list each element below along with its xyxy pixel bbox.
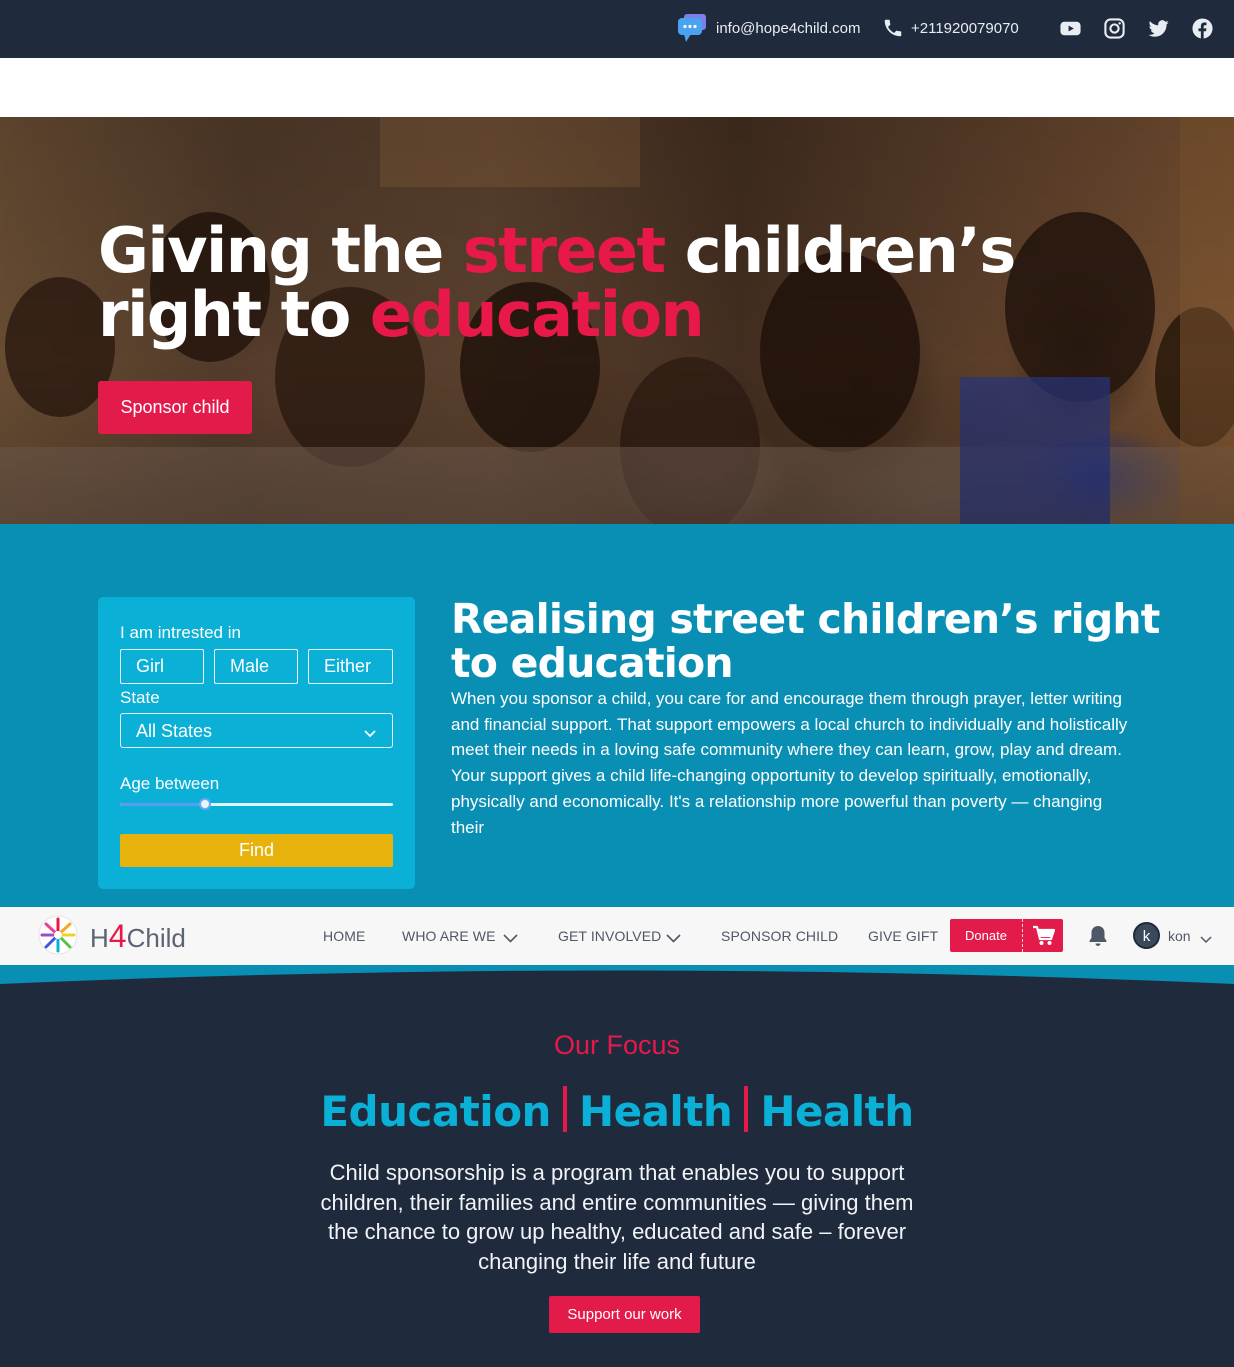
pillar-divider xyxy=(744,1086,749,1132)
cart-icon xyxy=(1032,925,1056,951)
gender-option-girl[interactable]: Girl xyxy=(120,649,204,684)
youtube-icon[interactable] xyxy=(1059,17,1082,45)
top-contact-bar: info@hope4child.com +211920079070 xyxy=(0,0,1234,58)
hero-banner: Giving the street children’s right to ed… xyxy=(0,117,1234,524)
focus-description: Child sponsorship is a program that enab… xyxy=(320,1160,914,1274)
focus-pillar-health-2: Health xyxy=(760,1087,914,1136)
hero-title: Giving the street children’s right to ed… xyxy=(98,214,1016,351)
instagram-icon[interactable] xyxy=(1103,17,1126,45)
intro-paragraph: When you sponsor a child, you care for a… xyxy=(451,689,1128,837)
twitter-icon[interactable] xyxy=(1147,17,1170,45)
intro-section: I am intrested in Girl Male Either State… xyxy=(0,524,1234,908)
sponsor-child-button[interactable]: Sponsor child xyxy=(98,381,252,434)
nav-item-get-involved[interactable]: GET INVOLVED xyxy=(558,928,661,944)
facebook-icon[interactable] xyxy=(1191,17,1214,45)
child-finder-form: I am intrested in Girl Male Either State… xyxy=(98,597,415,889)
state-label: State xyxy=(120,688,160,707)
nav-item-who-are-we[interactable]: WHO ARE WE xyxy=(402,928,496,944)
logo-icon[interactable] xyxy=(37,913,79,962)
nav-item-sponsor-child[interactable]: SPONSOR CHILD xyxy=(721,928,838,944)
state-select-value: All States xyxy=(136,721,213,741)
chevron-down-icon xyxy=(364,725,376,743)
header-spacer xyxy=(0,58,1234,117)
username[interactable]: kon xyxy=(1168,928,1191,944)
brand-name[interactable]: H4Child xyxy=(90,918,186,955)
bell-icon[interactable] xyxy=(1087,924,1109,953)
focus-pillar-health: Health xyxy=(578,1087,733,1136)
intro-heading: Realising street children’s right to edu… xyxy=(451,595,1160,687)
contact-email-link[interactable]: info@hope4child.com xyxy=(716,20,860,37)
donate-button[interactable]: Donate xyxy=(950,919,1022,952)
contact-phone-link[interactable]: +211920079070 xyxy=(911,20,1019,37)
phone-icon xyxy=(882,17,904,44)
avatar[interactable]: k xyxy=(1133,922,1160,949)
find-button[interactable]: Find xyxy=(120,834,393,867)
chevron-down-icon[interactable] xyxy=(503,930,518,948)
nav-item-give-gift[interactable]: GIVE GIFT xyxy=(868,928,938,944)
main-navbar: H4Child HOME WHO ARE WE GET INVOLVED SPO… xyxy=(0,907,1234,965)
cart-button[interactable] xyxy=(1022,919,1063,952)
pillar-divider xyxy=(562,1086,567,1132)
chat-icon xyxy=(676,13,708,48)
focus-pillars: Education Health Health xyxy=(0,1086,1234,1136)
chevron-down-icon[interactable] xyxy=(1200,931,1212,949)
section-divider-wave xyxy=(0,965,1234,984)
gender-option-male[interactable]: Male xyxy=(214,649,298,684)
focus-kicker: Our Focus xyxy=(553,1030,681,1060)
state-select[interactable]: All States xyxy=(120,713,393,748)
age-label: Age between xyxy=(120,774,220,793)
age-range-slider[interactable] xyxy=(120,798,393,810)
focus-pillar-education: Education xyxy=(320,1087,551,1136)
age-range-fill xyxy=(120,803,205,806)
age-range-handle[interactable] xyxy=(198,798,211,810)
support-our-work-button[interactable]: Support our work xyxy=(549,1296,700,1333)
gender-option-either[interactable]: Either xyxy=(308,649,393,684)
chevron-down-icon[interactable] xyxy=(666,930,681,948)
nav-item-home[interactable]: HOME xyxy=(323,928,365,944)
interest-label: I am intrested in xyxy=(120,623,241,642)
